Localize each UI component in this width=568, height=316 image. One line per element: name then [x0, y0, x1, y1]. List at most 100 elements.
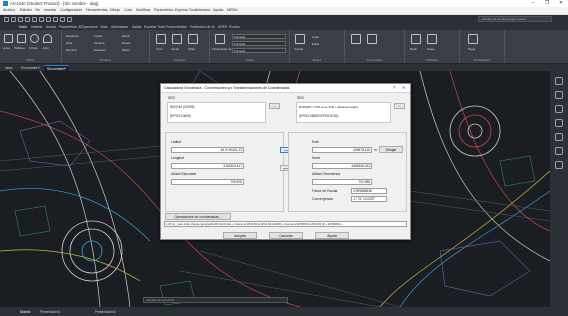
ribbon-move[interactable]: Desplazar: [66, 34, 79, 38]
ribbon-edit-block[interactable]: Editar: [312, 42, 319, 46]
ribbon-copy[interactable]: Copiar: [94, 34, 102, 38]
menu-ventana[interactable]: Ventana: [197, 8, 210, 12]
print-icon[interactable]: [32, 16, 37, 22]
layers-panel-icon[interactable]: [555, 147, 563, 155]
menu-menu[interactable]: MENU: [227, 8, 238, 12]
minimize-button[interactable]: –: [527, 0, 539, 7]
ribbon-tab-express-tools[interactable]: Express Tools: [144, 25, 165, 29]
copy-icon[interactable]: [46, 16, 51, 22]
cut-icon[interactable]: [39, 16, 44, 22]
save-icon[interactable]: [18, 16, 23, 22]
dialog-close-icon[interactable]: ✕: [402, 85, 406, 90]
menu-archivo[interactable]: Archivo: [3, 8, 15, 12]
measure-icon[interactable]: [411, 34, 421, 44]
ribbon-tab-insertar[interactable]: Insertar: [31, 25, 43, 29]
ribbon-tab-prediccion-ia[interactable]: Predicción de IA: [190, 25, 215, 29]
navigation-wheel-icon[interactable]: [555, 77, 563, 85]
ribbon-label-line: Línea: [3, 46, 10, 50]
save-as-icon[interactable]: [25, 16, 30, 22]
ribbon-tab-vista[interactable]: Vista: [100, 25, 107, 29]
ribbon-tab-parametrico-3d[interactable]: Paramétrico 3D: [59, 25, 83, 29]
group-icon[interactable]: [427, 34, 437, 44]
ribbon-tab-operacion[interactable]: Operación: [82, 25, 98, 29]
orthometric-height-input[interactable]: 702.985: [312, 179, 372, 185]
menu-express-tools[interactable]: Express Tools: [175, 8, 197, 12]
layer-linetype-select[interactable]: PorCapa: [232, 41, 286, 46]
undo-icon[interactable]: [53, 16, 58, 22]
menu-modificar[interactable]: Modificar: [136, 8, 151, 12]
layout-tab-presentacion1[interactable]: Presentación1: [40, 310, 60, 314]
easting-input[interactable]: 405678.415: [312, 147, 372, 153]
ribbon-group-anotacion: Texto Acotar Tabla Anotación: [150, 30, 210, 63]
ribbon-tab-inicio[interactable]: Inicio: [19, 25, 27, 29]
ribbon-label-arc: Arco: [43, 46, 49, 50]
redo-icon[interactable]: [60, 16, 65, 22]
arc-icon[interactable]: [43, 34, 52, 43]
line-icon[interactable]: [4, 34, 13, 43]
command-line-input[interactable]: Escriba un comando: [143, 297, 288, 303]
polyline-icon[interactable]: [17, 34, 26, 43]
insert-block-icon[interactable]: [295, 34, 305, 44]
layout-tab-presentacion2[interactable]: Presentación2: [95, 310, 115, 314]
ellipsoidal-height-input[interactable]: 705.876: [171, 179, 244, 185]
ribbon-tab-productividad[interactable]: Productividad: [166, 25, 187, 29]
target-crs-browse-button[interactable]: ...: [394, 103, 405, 109]
ribbon-trim[interactable]: Recortar: [66, 48, 77, 52]
ribbon-tab-administrar[interactable]: Administrar: [111, 25, 128, 29]
source-crs-browse-button[interactable]: ...: [269, 103, 280, 109]
dimension-icon[interactable]: [172, 34, 182, 44]
ribbon-rotate[interactable]: Girar: [66, 41, 72, 45]
paste-icon[interactable]: [468, 34, 478, 44]
orbit-icon[interactable]: [555, 119, 563, 127]
ribbon-scale[interactable]: Escala: [122, 41, 130, 45]
menu-dibujo[interactable]: Dibujo: [110, 8, 120, 12]
menu-edicion[interactable]: Edición: [20, 8, 32, 12]
command-search-input[interactable]: Escriba un comando para buscar: [478, 16, 552, 22]
menu-ayuda[interactable]: Ayuda: [213, 8, 223, 12]
circle-icon[interactable]: [30, 34, 39, 43]
latitude-input[interactable]: 46.3+40421:23: [171, 147, 244, 153]
menu-insertar[interactable]: Insertar: [44, 8, 56, 12]
menu-herramientas[interactable]: Herramientas: [86, 8, 108, 12]
window-title: Arc1540 (Student Product) - [Sin nombre …: [10, 1, 99, 6]
accept-button[interactable]: Aceptar: [223, 232, 257, 239]
open-file-icon[interactable]: [11, 16, 16, 22]
pan-icon[interactable]: [555, 105, 563, 113]
ribbon-tab-puntos[interactable]: Puntos: [229, 25, 240, 29]
longitude-input[interactable]: -3.820021447: [171, 163, 244, 169]
zoom-icon[interactable]: [555, 91, 563, 99]
dialog-help-icon[interactable]: ?: [393, 85, 395, 90]
layer-lineweight-select[interactable]: PorCapa: [232, 48, 286, 53]
formula-icon[interactable]: [555, 133, 563, 141]
text-icon[interactable]: [156, 34, 166, 44]
menu-configuracion[interactable]: Configuración: [60, 8, 82, 12]
ribbon-create-block[interactable]: Crear: [312, 35, 319, 39]
ribbon-mirror[interactable]: Simetría: [94, 41, 104, 45]
properties-icon[interactable]: [367, 34, 377, 44]
northing-input[interactable]: 4466346.343: [312, 163, 372, 169]
menu-ver[interactable]: Ver: [35, 8, 40, 12]
match-properties-icon[interactable]: [351, 34, 361, 44]
table-icon[interactable]: [188, 34, 198, 44]
ribbon-fillet[interactable]: Empalme: [94, 48, 106, 52]
layout-tab-modelo[interactable]: Modelo: [20, 310, 30, 314]
ribbon-tab-salida[interactable]: Salida: [132, 25, 141, 29]
menu-cota[interactable]: Cota: [124, 8, 132, 12]
maximize-button[interactable]: ❐: [541, 0, 553, 7]
new-file-icon[interactable]: [4, 16, 9, 22]
ribbon-stretch[interactable]: Estirar: [122, 34, 130, 38]
coordinate-operations-button[interactable]: Operaciones de coordenadas...: [165, 213, 231, 220]
ribbon-array[interactable]: Matriz: [122, 48, 130, 52]
menu-parametrico[interactable]: Paramétrico: [154, 8, 173, 12]
help-button[interactable]: Ayuda: [315, 232, 349, 239]
ribbon-tab-ares[interactable]: ARES: [218, 25, 227, 29]
draw-point-button[interactable]: Dibujar: [379, 146, 403, 153]
workspace-icon[interactable]: [67, 16, 72, 22]
ribbon-group-label-utilidades: Utilidades: [425, 58, 439, 62]
cancel-button[interactable]: Cancelar: [269, 232, 303, 239]
ribbon-tab-anotar[interactable]: Anotar: [46, 25, 56, 29]
layer-properties-icon[interactable]: [215, 34, 225, 44]
layer-color-select[interactable]: PorCapa: [232, 34, 286, 39]
settings-icon[interactable]: [555, 161, 563, 169]
close-window-button[interactable]: ✕: [555, 0, 567, 7]
